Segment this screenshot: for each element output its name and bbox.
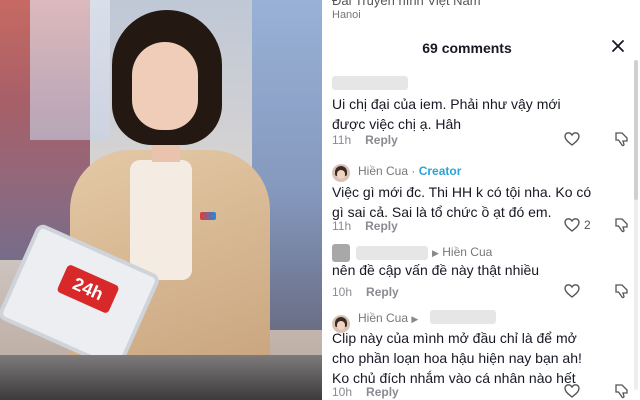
reply-to-name[interactable]: Hiền Cua [442, 245, 492, 259]
anchor-face [132, 42, 198, 130]
dislike-icon[interactable] [614, 383, 630, 399]
comment-text: Clip này của mình mở đầu chỉ là để mở ch… [332, 330, 582, 386]
channel-name[interactable]: Đài Truyền hình Việt Nam [332, 0, 481, 8]
comment-time: 10h [332, 385, 353, 399]
blurred-username [430, 310, 496, 324]
comment-time: 11h [332, 219, 352, 233]
reply-button[interactable]: Reply [365, 133, 398, 147]
reply-button[interactable]: Reply [366, 285, 399, 299]
tablet-logo: 24h [56, 263, 120, 315]
heart-icon[interactable] [564, 217, 580, 233]
dislike-icon[interactable] [614, 217, 630, 233]
comment-text: Ui chị đại của iem. Phải như vậy mới đượ… [332, 96, 561, 132]
close-icon[interactable] [610, 38, 626, 54]
dislike-icon[interactable] [614, 131, 630, 147]
comment-text: nên đề cập vấn đề này thật nhiều [332, 262, 540, 278]
news-desk [0, 355, 322, 400]
heart-icon[interactable] [564, 383, 580, 399]
reply-arrow-icon: ▶ [432, 248, 439, 258]
blurred-username [332, 76, 408, 90]
scrollbar-thumb[interactable] [634, 60, 638, 200]
blurred-username [356, 246, 428, 260]
comment-time: 11h [332, 133, 352, 147]
comments-count: 69 comments [422, 40, 512, 56]
reply-button[interactable]: Reply [365, 219, 398, 233]
reply-button[interactable]: Reply [366, 385, 399, 399]
dislike-icon[interactable] [614, 283, 630, 299]
video-thumbnail: 24h [0, 0, 322, 400]
comment-author[interactable]: Hiền Cua [358, 311, 408, 325]
avatar[interactable] [332, 164, 350, 182]
creator-badge: Creator [418, 164, 462, 178]
like-count: 2 [584, 218, 591, 232]
comment-author[interactable]: Hiền Cua [358, 164, 408, 178]
comment-text: Việc gì mới đc. Thi HH k có tội nha. Ko … [332, 184, 592, 220]
heart-icon[interactable] [564, 131, 580, 147]
vtv-pin [200, 212, 216, 220]
location-label: Hanoi [332, 9, 361, 21]
reply-arrow-icon: ▶ [411, 314, 419, 324]
comment-time: 10h [332, 285, 353, 299]
heart-icon[interactable] [564, 283, 580, 299]
comments-panel: Đài Truyền hình Việt Nam Hanoi 69 commen… [322, 0, 640, 400]
